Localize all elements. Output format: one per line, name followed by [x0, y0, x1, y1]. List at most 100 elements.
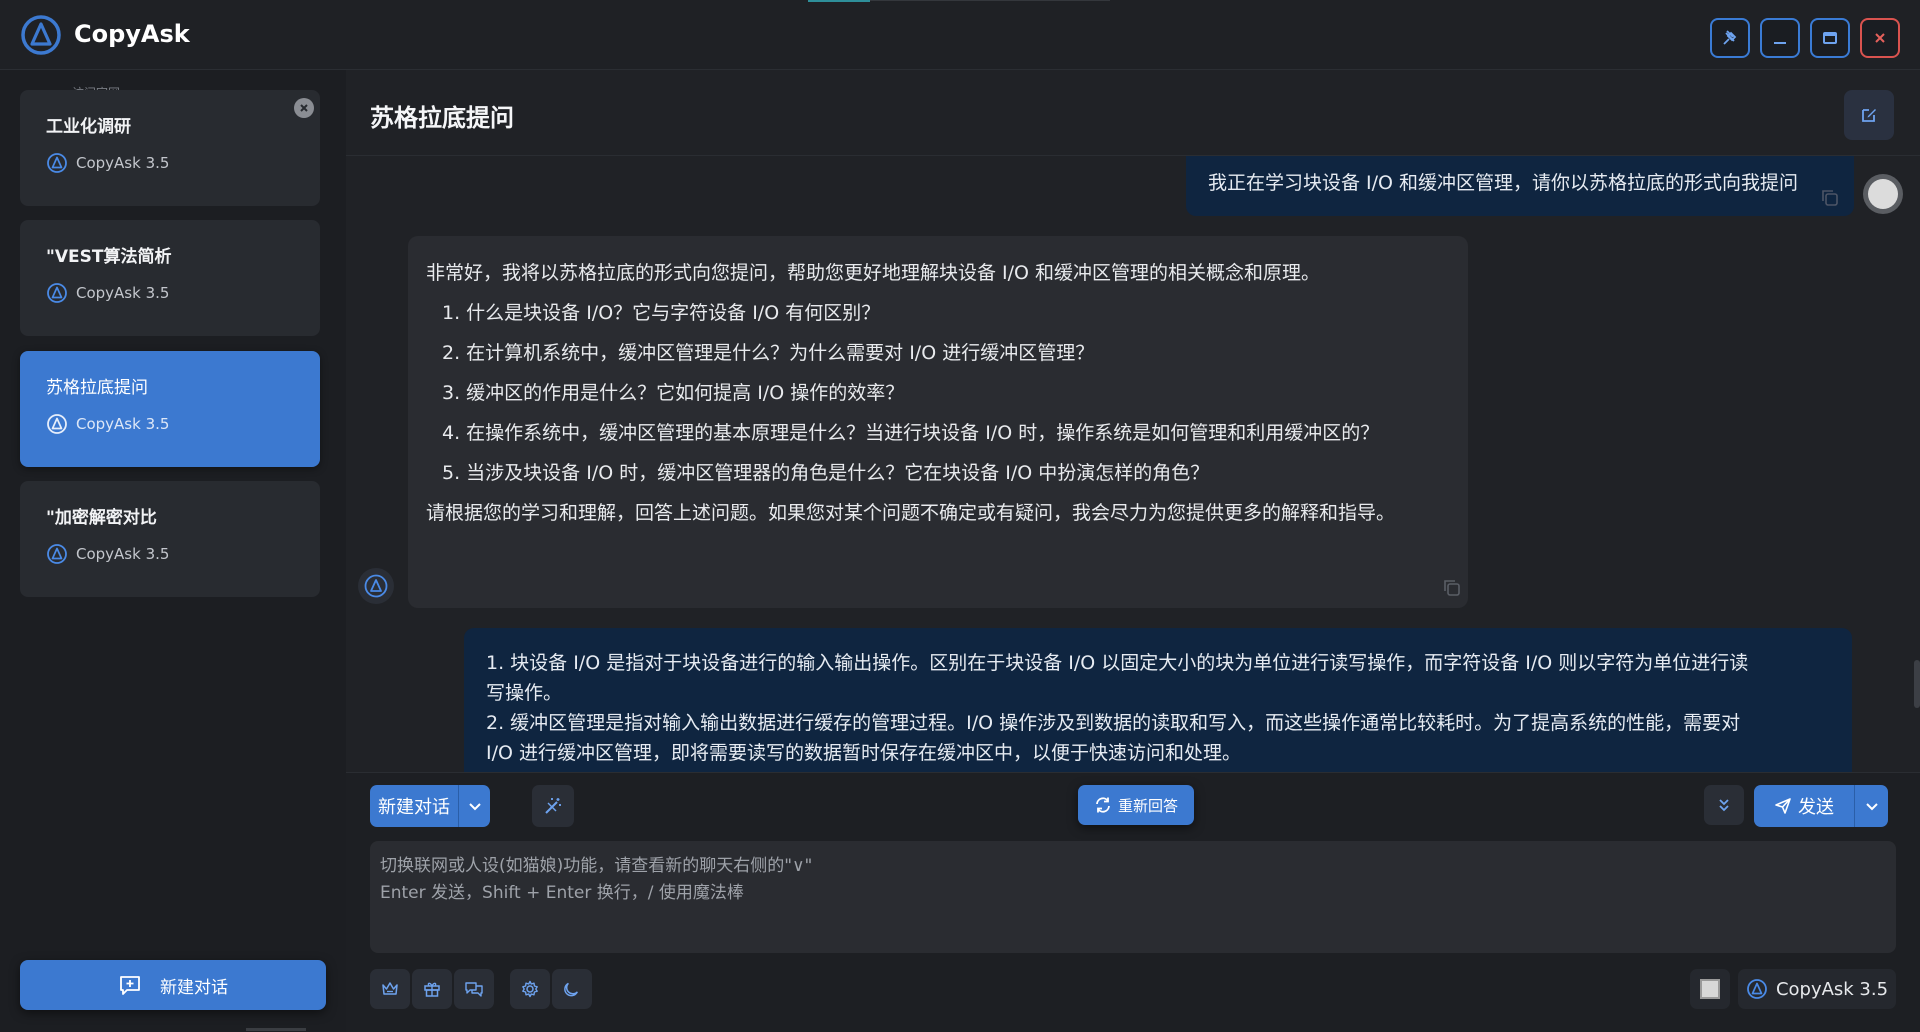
conversation-item[interactable]: "加密解密对比 CopyAsk 3.5 [20, 481, 320, 597]
conversation-model-label: CopyAsk 3.5 [76, 154, 170, 172]
double-chevron-down-icon [1719, 799, 1729, 812]
conversation-model-label: CopyAsk 3.5 [76, 415, 170, 433]
copyask-logo-icon [1747, 979, 1767, 999]
gift-button[interactable] [412, 969, 452, 1009]
conversation-title: 苏格拉底提问 [46, 378, 148, 398]
close-icon [1875, 33, 1885, 43]
chat-bubbles-icon [465, 982, 483, 997]
copyask-logo-icon [21, 15, 61, 55]
assistant-message: 非常好，我将以苏格拉底的形式向您提问，帮助您更好地理解块设备 I/O 和缓冲区管… [408, 236, 1468, 608]
input-placeholder: 切换联网或人设(如猫娘)功能，请查看新的聊天右侧的"∨" [380, 856, 813, 876]
copyask-logo-icon [47, 283, 67, 303]
new-chat-button[interactable]: 新建对话 [370, 785, 458, 827]
message-input[interactable]: 切换联网或人设(如猫娘)功能，请查看新的聊天右侧的"∨" Enter 发送，Sh… [370, 841, 1896, 953]
pin-icon [1723, 30, 1737, 45]
title-bar: CopyAsk [0, 0, 1920, 70]
message-text: 非常好，我将以苏格拉底的形式向您提问，帮助您更好地理解块设备 I/O 和缓冲区管… [426, 262, 1321, 284]
gift-icon [424, 982, 440, 997]
message-text: 1. 块设备 I/O 是指对于块设备进行的输入输出操作。区别在于块设备 I/O … [486, 652, 1749, 674]
maximize-icon [1823, 32, 1837, 44]
settings-button[interactable] [510, 969, 550, 1009]
conversation-model: CopyAsk 3.5 [46, 152, 169, 174]
new-chat-label: 新建对话 [378, 797, 450, 818]
model-label: CopyAsk 3.5 [1775, 978, 1889, 1000]
input-placeholder: Enter 发送，Shift + Enter 换行，/ 使用魔法棒 [380, 883, 744, 903]
crown-icon [382, 982, 398, 995]
send-label: 发送 [1798, 797, 1834, 818]
chevron-down-icon [1865, 803, 1878, 811]
conversation-item[interactable]: 工业化调研 CopyAsk 3.5 [20, 90, 320, 206]
message-list-item: 5. 当涉及块设备 I/O 时，缓冲区管理器的角色是什么？它在块设备 I/O 中… [442, 462, 1210, 484]
message-list-item: 2. 在计算机系统中，缓冲区管理是什么？为什么需要对 I/O 进行缓冲区管理？ [442, 342, 1095, 364]
model-selector[interactable]: CopyAsk 3.5 [1738, 969, 1896, 1009]
sidebar: 访问官网 工业化调研 CopyAsk 3.5 "VEST算法简析 CopyAsk… [0, 70, 346, 1032]
conversation-title: 工业化调研 [46, 117, 131, 137]
minimize-button[interactable] [1760, 18, 1800, 58]
maximize-button[interactable] [1810, 18, 1850, 58]
conversation-model-label: CopyAsk 3.5 [76, 545, 170, 563]
user-message: 我正在学习块设备 I/O 和缓冲区管理，请你以苏格拉底的形式向我提问 [1186, 156, 1854, 216]
message-text: 2. 缓冲区管理是指对输入输出数据进行缓存的管理过程。I/O 操作涉及到数据的读… [486, 712, 1741, 734]
top-divider [870, 0, 1110, 1]
new-conversation-label: 新建对话 [160, 977, 228, 998]
user-avatar [1863, 174, 1903, 214]
conversation-model-label: CopyAsk 3.5 [76, 284, 170, 302]
image-icon [1700, 979, 1720, 999]
message-text: 我正在学习块设备 I/O 和缓冲区管理，请你以苏格拉底的形式向我提问 [1208, 172, 1799, 194]
copyask-logo-icon [47, 153, 67, 173]
delete-conversation-button[interactable] [294, 98, 314, 118]
message-list-item: 1. 什么是块设备 I/O？它与字符设备 I/O 有何区别？ [442, 302, 881, 324]
send-button[interactable]: 发送 [1754, 785, 1854, 827]
app-name: CopyAsk [74, 20, 190, 48]
message-text: 请根据您的学习和理解，回答上述问题。如果您对某个问题不确定或有疑问，我会尽力为您… [426, 502, 1396, 524]
copy-icon[interactable] [1442, 578, 1462, 598]
regenerate-button[interactable]: 重新回答 [1078, 785, 1194, 825]
conversation-model: CopyAsk 3.5 [46, 282, 169, 304]
edit-title-button[interactable] [1844, 90, 1894, 140]
chat-header: 苏格拉底提问 [346, 70, 1920, 156]
chevron-down-icon [468, 803, 481, 811]
send-options-button[interactable] [1854, 785, 1888, 827]
regenerate-label: 重新回答 [1117, 796, 1178, 815]
gear-icon [522, 980, 538, 998]
message-list-item: 3. 缓冲区的作用是什么？它如何提高 I/O 操作的效率？ [442, 382, 905, 404]
copy-icon[interactable] [1820, 188, 1840, 208]
new-chat-icon [120, 976, 140, 995]
loading-indicator [808, 0, 870, 2]
scroll-to-bottom-button[interactable] [1704, 785, 1744, 825]
conversation-item-active[interactable]: 苏格拉底提问 CopyAsk 3.5 [20, 351, 320, 467]
copyask-logo-icon [47, 544, 67, 564]
conversation-title: "加密解密对比 [46, 508, 157, 528]
close-icon [300, 104, 308, 112]
conversation-title: "VEST算法简析 [46, 247, 172, 267]
magic-wand-icon [545, 798, 561, 814]
message-text: I/O 进行缓冲区管理，即将需要读写的数据暂时保存在缓冲区中，以便于快速访问和处… [486, 742, 1242, 764]
moon-icon [564, 982, 578, 997]
magic-wand-button[interactable] [532, 785, 574, 827]
edit-icon [1862, 109, 1876, 122]
chat-title: 苏格拉底提问 [370, 104, 514, 132]
user-message: 1. 块设备 I/O 是指对于块设备进行的输入输出操作。区别在于块设备 I/O … [464, 628, 1852, 772]
crown-button[interactable] [370, 969, 410, 1009]
send-split-button: 发送 [1754, 785, 1888, 827]
input-area: 新建对话 重新回答 发送 切换联网或人设(如猫娘)功能，请查看新的聊天右侧的"∨… [346, 772, 1920, 1032]
assistant-avatar [358, 568, 394, 604]
copyask-logo-icon [364, 574, 388, 598]
conversation-model: CopyAsk 3.5 [46, 413, 169, 435]
message-text: 写操作。 [486, 682, 563, 704]
conversation-item[interactable]: "VEST算法简析 CopyAsk 3.5 [20, 220, 320, 336]
image-upload-button[interactable] [1690, 969, 1730, 1009]
close-button[interactable] [1860, 18, 1900, 58]
theme-toggle-button[interactable] [552, 969, 592, 1009]
send-icon [1775, 798, 1791, 814]
message-list[interactable]: 我正在学习块设备 I/O 和缓冲区管理，请你以苏格拉底的形式向我提问 非常好，我… [346, 156, 1920, 772]
copyask-logo-icon [47, 414, 67, 434]
chats-button[interactable] [454, 969, 494, 1009]
message-list-item: 4. 在操作系统中，缓冲区管理的基本原理是什么？当进行块设备 I/O 时，操作系… [442, 422, 1380, 444]
pin-button[interactable] [1710, 18, 1750, 58]
refresh-icon [1096, 797, 1110, 813]
new-conversation-button[interactable]: 新建对话 [20, 960, 326, 1010]
new-chat-options-button[interactable] [458, 785, 490, 827]
minimize-icon [1774, 42, 1786, 44]
scrollbar-thumb[interactable] [1914, 660, 1920, 708]
